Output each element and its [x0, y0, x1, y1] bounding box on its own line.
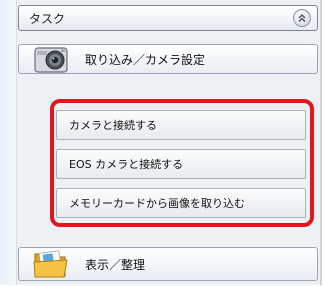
task-panel-header[interactable]: タスク	[18, 5, 318, 31]
group-import-camera-settings[interactable]: 取り込み／カメラ設定	[18, 44, 318, 74]
group-label: 表示／整理	[85, 257, 146, 272]
pane-left-edge	[0, 0, 17, 285]
folder-icon	[31, 244, 71, 280]
camera-icon	[31, 42, 71, 78]
task-pane: タスク 取り込み／カメラ設定 カメラと接続する EOS カメラと接続する メモリ…	[0, 0, 322, 285]
task-panel-title: タスク	[29, 11, 66, 26]
group-view-organize[interactable]: 表示／整理	[18, 247, 318, 281]
group-label: 取り込み／カメラ設定	[85, 52, 206, 67]
highlight-annotation	[50, 99, 314, 227]
chevrons-up-icon[interactable]	[293, 9, 311, 27]
